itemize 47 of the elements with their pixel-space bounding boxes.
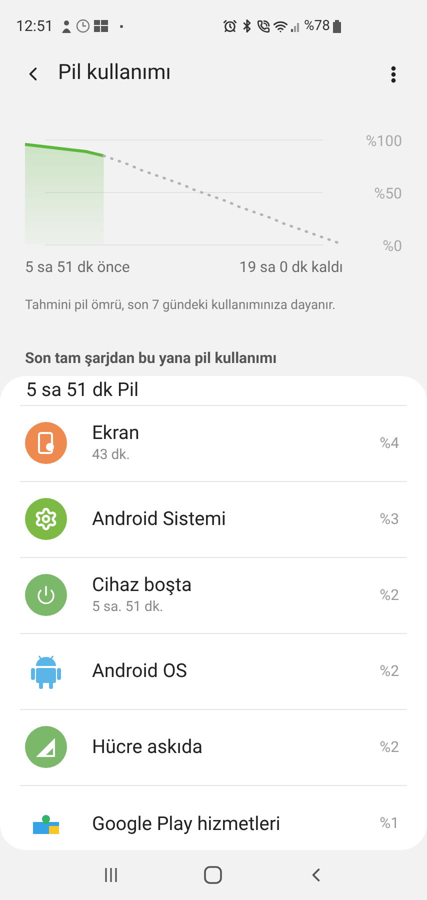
app-name: Android OS (92, 659, 188, 683)
page-title: Pil kullanımı (58, 60, 171, 88)
alarm-icon (223, 19, 237, 33)
app-usage-row[interactable]: Android Sistemi %3 (20, 482, 407, 558)
status-time: 12:51 (16, 16, 54, 37)
axis-label: 5 sa 51 dk önce (25, 258, 130, 276)
more-icon (390, 66, 396, 82)
axis-label: %0 (382, 237, 402, 255)
dot-icon (120, 24, 124, 28)
recent-apps-icon (103, 867, 120, 883)
power-icon (25, 574, 67, 616)
usage-percent: %4 (380, 432, 399, 454)
app-name: Hücre askıda (92, 735, 204, 759)
signal-icon (25, 726, 67, 768)
battery-icon (333, 20, 341, 32)
app-usage-row[interactable]: Hücre askıda %2 (20, 710, 407, 786)
usage-percent: %2 (380, 736, 399, 758)
usage-percent: %2 (380, 584, 399, 606)
app-usage-row[interactable]: Google Play hizmetleri %1 (20, 786, 407, 850)
usage-duration: 43 dk. (92, 446, 131, 464)
gear-icon (25, 498, 67, 540)
clock-icon (76, 19, 90, 33)
app-usage-row[interactable]: Ekran 43 dk. %4 (20, 406, 407, 482)
app-name: Ekran (92, 420, 140, 444)
grid-icon (94, 20, 108, 32)
usage-percent: %3 (380, 508, 399, 530)
axis-label: %50 (374, 184, 402, 202)
card-title: 5 sa 51 dk Pil (20, 376, 407, 406)
home-icon (204, 866, 222, 884)
usage-percent: %1 (380, 813, 399, 834)
usage-duration: 5 sa. 51 dk. (92, 598, 164, 616)
phone-icon (25, 422, 67, 464)
axis-label: 19 sa 0 dk kaldı (239, 258, 343, 276)
battery-percent: %78 (304, 16, 330, 36)
usage-percent: %2 (380, 660, 399, 682)
estimate-note: Tahmini pil ömrü, son 7 gündeki kullanımınıza dayanır. (25, 297, 337, 315)
phone-call-icon (257, 20, 270, 32)
app-usage-row[interactable]: Cihaz boşta 5 sa. 51 dk. %2 (20, 558, 407, 634)
app-name: Android Sistemi (92, 507, 228, 531)
person-icon (61, 20, 72, 32)
app-name: Google Play hizmetleri (92, 812, 282, 836)
signal-bars-icon (291, 20, 301, 32)
app-name: Cihaz boşta (92, 572, 193, 596)
app-usage-row[interactable]: Android OS %2 (20, 634, 407, 710)
wifi-icon (273, 18, 288, 34)
axis-label: %100 (366, 132, 402, 150)
section-title: Son tam şarjdan bu yana pil kullanımı (25, 348, 278, 368)
